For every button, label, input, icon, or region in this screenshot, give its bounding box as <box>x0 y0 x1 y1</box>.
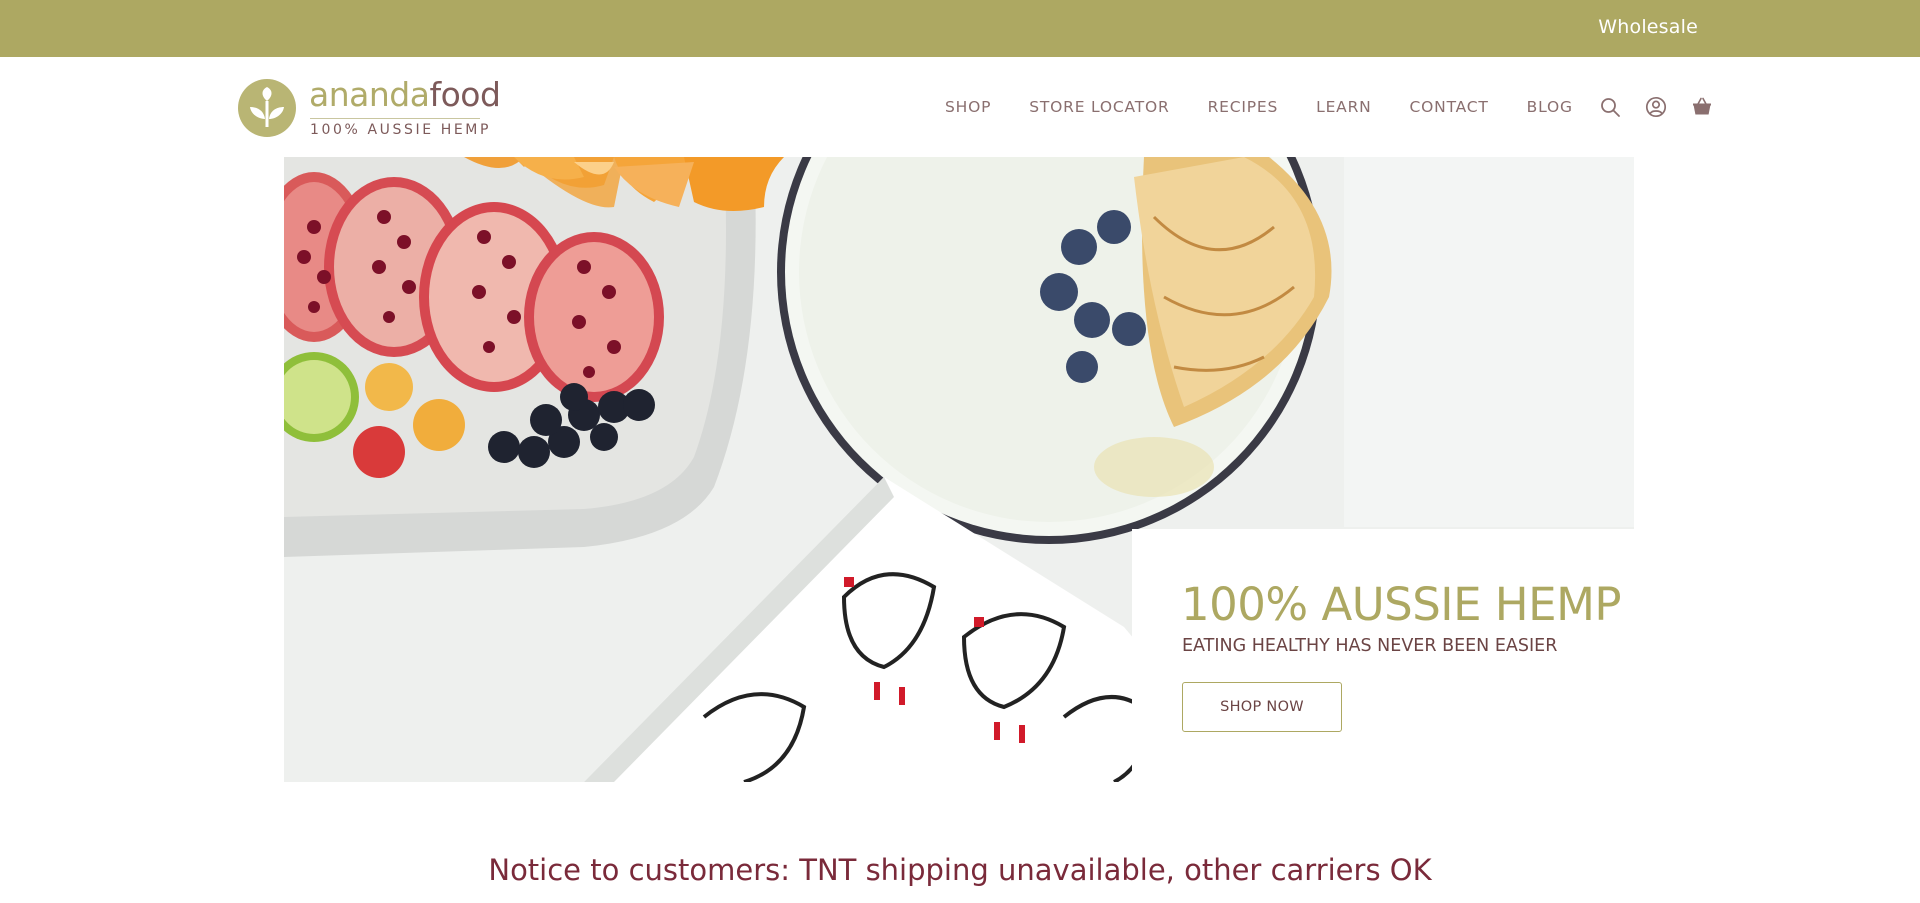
nav-item-shop[interactable]: SHOP <box>945 98 991 116</box>
nav-item-store-locator[interactable]: STORE LOCATOR <box>1029 98 1169 116</box>
site-logo[interactable]: anandafood 100% AUSSIE HEMP <box>238 75 501 139</box>
nav-item-recipes[interactable]: RECIPES <box>1208 98 1279 116</box>
hero-title: 100% AUSSIE HEMP <box>1181 578 1622 631</box>
logo-word-food: food <box>429 75 501 114</box>
basket-icon[interactable] <box>1691 96 1713 118</box>
leaf-logo-icon <box>238 79 296 137</box>
hero-text-panel: 100% AUSSIE HEMP EATING HEALTHY HAS NEVE… <box>1132 529 1634 782</box>
account-icon[interactable] <box>1645 96 1667 118</box>
logo-tagline: 100% AUSSIE HEMP <box>310 122 491 138</box>
site-header: anandafood 100% AUSSIE HEMP SHOP STORE L… <box>0 57 1920 157</box>
shipping-notice: Notice to customers: TNT shipping unavai… <box>488 853 1432 887</box>
nav-item-learn[interactable]: LEARN <box>1316 98 1371 116</box>
hero-banner: 100% AUSSIE HEMP EATING HEALTHY HAS NEVE… <box>284 157 1634 782</box>
search-icon[interactable] <box>1599 96 1621 118</box>
nav-item-contact[interactable]: CONTACT <box>1410 98 1489 116</box>
shop-now-button[interactable]: SHOP NOW <box>1182 682 1342 732</box>
logo-wordmark: anandafood <box>309 75 501 115</box>
top-announcement-bar: Wholesale <box>0 0 1920 57</box>
main-navigation: SHOP STORE LOCATOR RECIPES LEARN CONTACT… <box>945 57 1737 157</box>
logo-divider <box>310 118 480 119</box>
nav-item-blog[interactable]: BLOG <box>1527 98 1573 116</box>
hero-subtitle: EATING HEALTHY HAS NEVER BEEN EASIER <box>1182 636 1558 656</box>
wholesale-link[interactable]: Wholesale <box>1598 16 1698 38</box>
logo-word-ananda: ananda <box>309 75 430 114</box>
